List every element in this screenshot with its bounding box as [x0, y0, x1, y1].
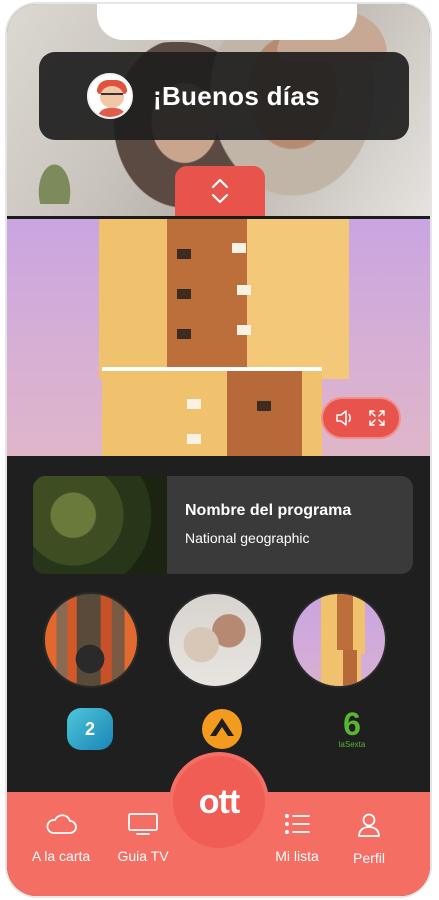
building-window: [237, 285, 251, 295]
channel-logo-lasexta[interactable]: 6 laSexta: [327, 702, 377, 754]
media-controls: [321, 397, 401, 439]
building-window: [187, 434, 201, 444]
video-player[interactable]: [7, 216, 430, 456]
building-window: [232, 243, 246, 253]
nav-item-a-la-carta[interactable]: A la carta: [21, 812, 101, 864]
building-lower-shadow: [227, 369, 302, 456]
phone-notch: [97, 4, 357, 40]
mini-building-lower-shadow: [343, 650, 357, 686]
building-window: [237, 325, 251, 335]
mini-building-shadow: [337, 594, 353, 654]
greeting-text: ¡Buenos días: [153, 80, 320, 111]
building-window: [187, 399, 201, 409]
hero-plant: [27, 144, 82, 204]
avatar-shirt: [97, 108, 127, 117]
greeting-banner: ¡Buenos días: [39, 52, 409, 140]
ott-logo-text: ott: [198, 782, 240, 821]
nav-label: Guia TV: [117, 848, 169, 864]
thumbnail-circle-torii[interactable]: [43, 592, 139, 688]
channel-logo-lasexta-number: 6: [343, 705, 361, 742]
program-title: Nombre del programa: [185, 502, 352, 519]
building-window: [177, 289, 191, 299]
list-icon: [285, 814, 310, 834]
channel-logo-lasexta-text: laSexta: [338, 739, 366, 749]
phone-frame: ¡Buenos días Nombre del programa Nationa…: [7, 4, 430, 896]
cloud-icon: [46, 814, 77, 834]
nav-item-perfil[interactable]: Perfil: [329, 812, 409, 866]
avatar-glasses: [101, 93, 123, 99]
thumbnail-circle-couple[interactable]: [167, 592, 263, 688]
building-window: [177, 249, 191, 259]
nav-item-guia-tv[interactable]: Guia TV: [103, 812, 183, 864]
channel-logo-antena3[interactable]: [199, 706, 245, 752]
building-upper-side: [247, 219, 349, 379]
building-window: [257, 401, 271, 411]
expand-collapse-button[interactable]: [175, 166, 265, 216]
building-window: [177, 329, 191, 339]
volume-icon[interactable]: [335, 409, 355, 427]
thumbnail-circle-building[interactable]: [291, 592, 387, 688]
user-icon: [358, 813, 380, 837]
antena3-logo-icon: [202, 709, 242, 749]
tv-icon: [128, 813, 158, 835]
nav-label: Mi lista: [275, 848, 319, 864]
program-subtitle: National geographic: [185, 530, 310, 546]
chevron-up-down-icon: [211, 178, 229, 204]
channel-logo-la2[interactable]: 2: [67, 708, 113, 750]
program-thumbnail: [33, 476, 167, 574]
fullscreen-icon[interactable]: [367, 408, 387, 428]
nav-label: A la carta: [31, 848, 91, 864]
channel-logo-la2-text: 2: [84, 718, 95, 739]
program-card[interactable]: Nombre del programa National geographic: [33, 476, 413, 574]
nav-item-mi-lista[interactable]: Mi lista: [257, 812, 337, 864]
nav-label: Perfil: [353, 850, 385, 866]
avatar[interactable]: [87, 73, 133, 119]
ott-home-button[interactable]: ott: [173, 756, 265, 848]
building-roofline: [102, 367, 322, 371]
